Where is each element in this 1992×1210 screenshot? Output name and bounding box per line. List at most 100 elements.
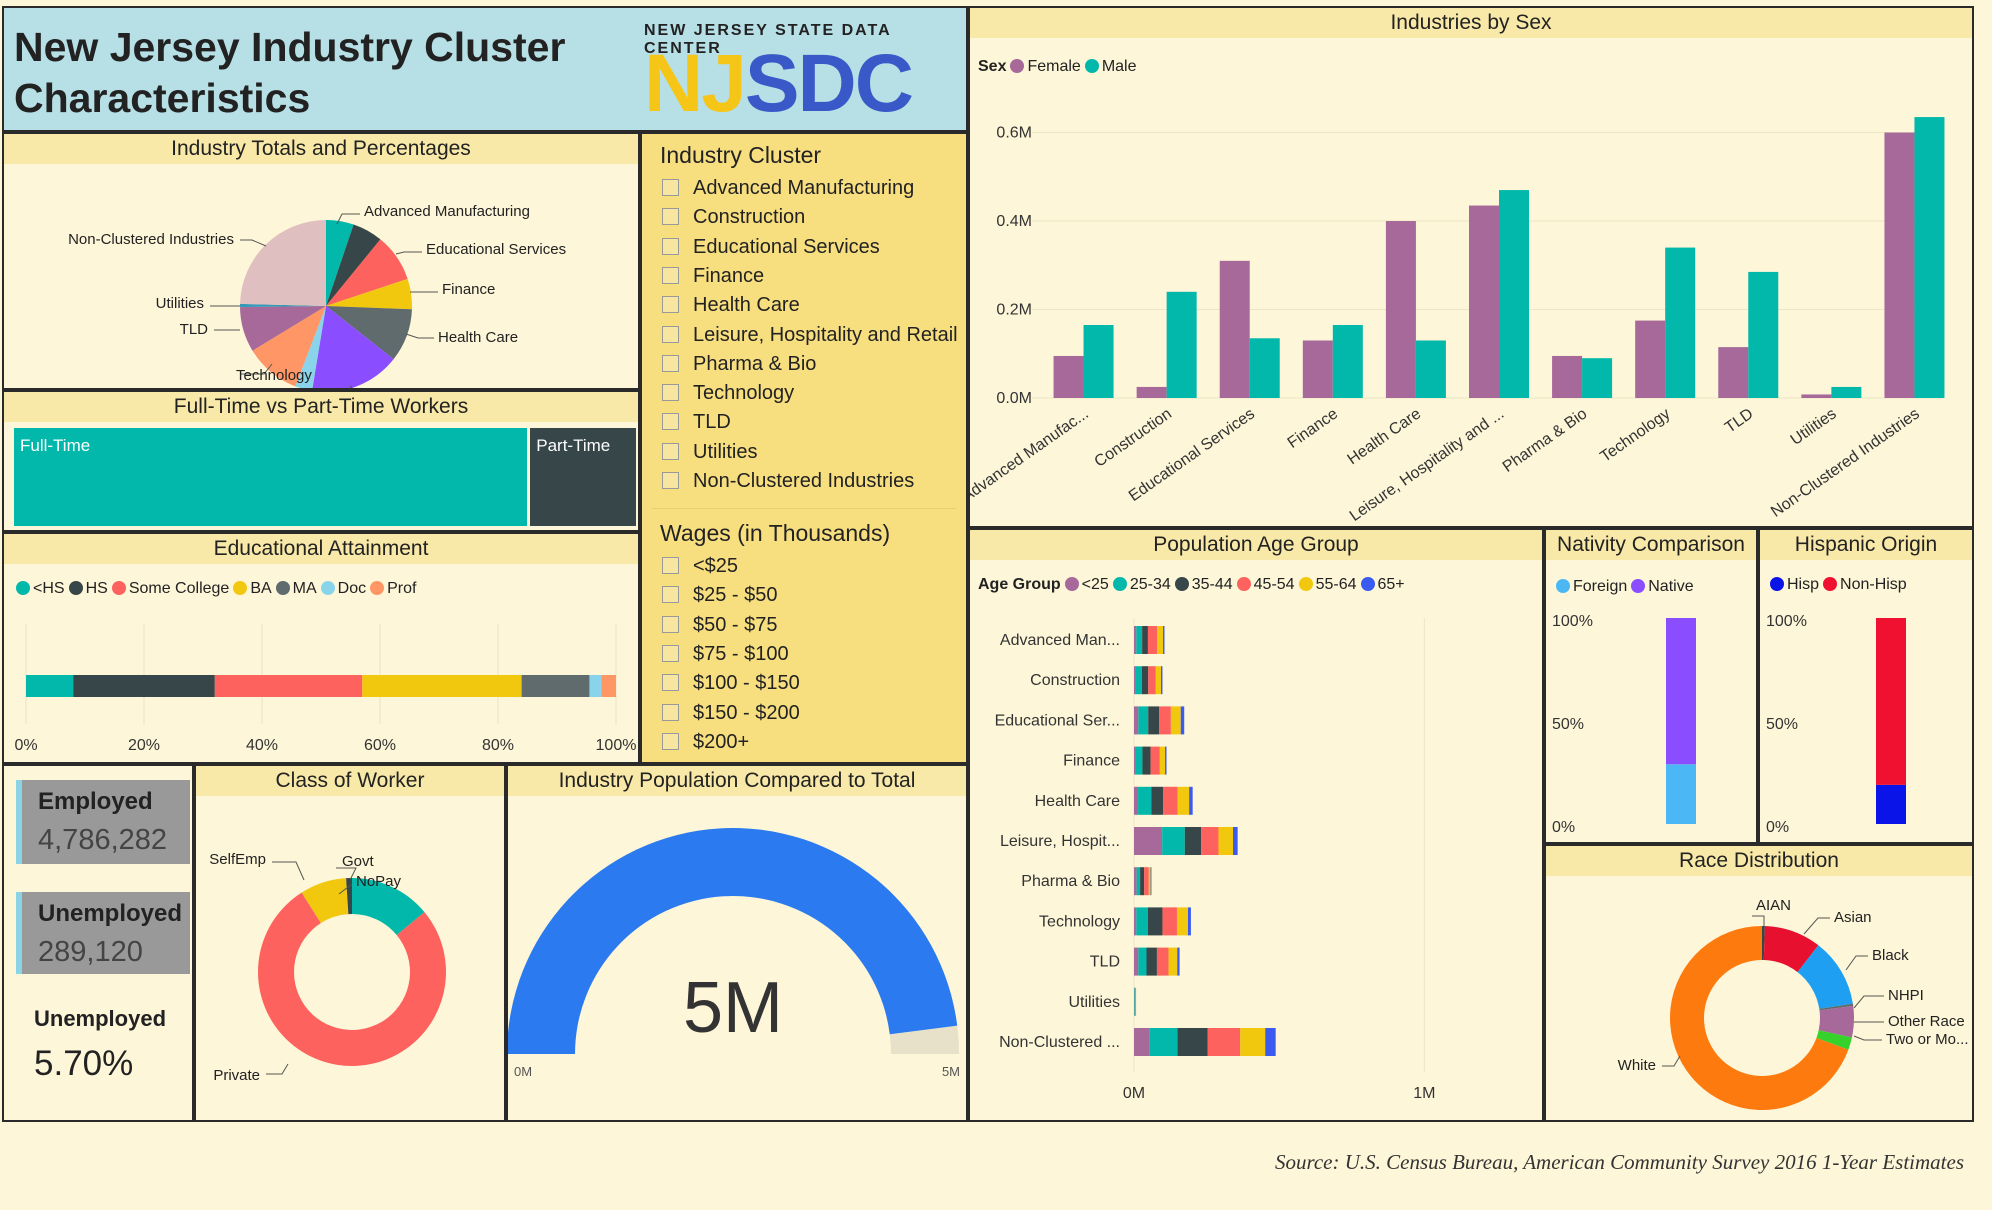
industry-population-gauge[interactable]: 5M 0M 5M [508, 796, 966, 1120]
legend-item[interactable]: Native [1627, 578, 1694, 595]
bar-male[interactable] [1831, 386, 1862, 398]
bar-segment-<25[interactable] [1134, 626, 1137, 654]
bar-segment-25-34[interactable] [1149, 1028, 1178, 1056]
legend-item[interactable]: MA [272, 580, 317, 597]
checkbox[interactable] [662, 703, 679, 721]
legend-item[interactable]: <HS [12, 580, 65, 597]
bar-segment-<25[interactable] [1134, 706, 1139, 735]
bar-male[interactable] [1332, 325, 1363, 398]
bar-segment-55-64[interactable] [1240, 1028, 1266, 1056]
bar-segment-55-64[interactable] [1218, 827, 1233, 855]
bar-segment-25-34[interactable] [1138, 786, 1152, 815]
checkbox[interactable] [662, 472, 679, 489]
hispanic-bar-chart[interactable]: 100% 50% 0% [1760, 606, 1972, 842]
nativity-legend[interactable]: Foreign Native [1552, 578, 1694, 596]
checkbox[interactable] [662, 586, 679, 604]
bar-non-hisp[interactable] [1876, 618, 1906, 785]
bar-female[interactable] [1053, 355, 1084, 398]
bar-segment-<25[interactable] [1134, 746, 1136, 775]
bar-segment-55-64[interactable] [1159, 746, 1166, 775]
checkbox[interactable] [662, 615, 679, 633]
slice-non-clustered-industries[interactable] [240, 220, 326, 306]
bar-segment-35-44[interactable] [1184, 827, 1202, 855]
bar-segment-HS[interactable] [73, 675, 215, 697]
bar-segment-45-54[interactable] [1159, 706, 1171, 735]
legend-item[interactable]: 55-64 [1295, 576, 1357, 593]
bar-segment-35-44[interactable] [1142, 746, 1151, 775]
slice-private[interactable] [258, 892, 446, 1066]
slicer-option[interactable]: Advanced Manufacturing [662, 176, 914, 200]
slicer-option[interactable]: TLD [662, 410, 731, 434]
bar-female[interactable] [1469, 205, 1499, 398]
bar-segment-65+[interactable] [1189, 786, 1193, 815]
slicer-option[interactable]: $150 - $200 [662, 701, 800, 725]
bar-segment-65+[interactable] [1165, 746, 1167, 775]
bar-male[interactable] [1415, 340, 1446, 398]
checkbox[interactable] [662, 179, 679, 196]
bar-segment-Prof[interactable] [601, 675, 616, 697]
slicer-option[interactable]: Utilities [662, 440, 757, 464]
slicer-option[interactable]: Finance [662, 264, 764, 288]
by-sex-bar-chart[interactable]: 0.0M 0.2M 0.4M 0.6M Advanced Manufac... Const… [970, 86, 1972, 526]
slicer-option[interactable]: Technology [662, 381, 794, 405]
ft-pt-treemap[interactable]: Full-Time Part-Time [14, 428, 636, 526]
legend-item[interactable]: Hisp [1766, 576, 1819, 593]
bar-segment-Some College[interactable] [214, 675, 363, 697]
bar-segment-55-64[interactable] [1176, 907, 1188, 936]
bar-segment-35-44[interactable] [1142, 626, 1148, 654]
by-sex-legend[interactable]: Sex Female Male [978, 58, 1137, 76]
bar-female[interactable] [1801, 394, 1832, 398]
legend-item[interactable]: Male [1081, 58, 1137, 75]
bar-segment-55-64[interactable] [1177, 786, 1190, 815]
checkbox[interactable] [662, 384, 679, 402]
bar-segment-<25[interactable] [1134, 907, 1137, 936]
checkbox[interactable] [662, 413, 679, 431]
legend-item[interactable]: <25 [1061, 576, 1109, 593]
legend-item[interactable]: Some College [108, 580, 229, 597]
bar-segment-55-64[interactable] [1168, 947, 1178, 976]
bar-female[interactable] [1136, 386, 1167, 398]
checkbox[interactable] [662, 557, 679, 574]
bar-segment-45-54[interactable] [1144, 867, 1149, 896]
bar-segment-45-54[interactable] [1156, 947, 1169, 976]
bar-male[interactable] [1083, 325, 1114, 398]
bar-segment-<25[interactable] [1134, 827, 1163, 855]
bar-segment-55-64[interactable] [1148, 867, 1151, 896]
bar-segment-<25[interactable] [1134, 947, 1139, 976]
legend-item[interactable]: Foreign [1552, 578, 1627, 595]
slicer-option[interactable]: Pharma & Bio [662, 352, 816, 376]
bar-segment-25-34[interactable] [1136, 907, 1148, 936]
bar-segment-MA[interactable] [521, 675, 590, 697]
legend-item[interactable]: 45-54 [1233, 576, 1295, 593]
bar-segment-45-54[interactable] [1201, 827, 1219, 855]
bar-segment-25-34[interactable] [1134, 987, 1135, 1016]
bar-segment-25-34[interactable] [1136, 867, 1141, 896]
class-worker-donut[interactable]: Govt NoPay SelfEmp Private [196, 796, 504, 1120]
bar-segment-65+[interactable] [1163, 626, 1165, 654]
slicer-option[interactable]: Educational Services [662, 235, 880, 259]
slicer-option[interactable]: $200+ [662, 730, 749, 754]
legend-item[interactable]: Doc [317, 580, 366, 597]
bar-segment-45-54[interactable] [1147, 626, 1158, 654]
legend-item[interactable]: Prof [366, 580, 416, 597]
bar-segment-35-44[interactable] [1146, 947, 1157, 976]
checkbox[interactable] [662, 674, 679, 692]
age-legend[interactable]: Age Group <25 25-34 35-44 45-54 55-64 65+ [978, 576, 1405, 594]
bar-segment-35-44[interactable] [1140, 867, 1145, 896]
bar-segment-25-34[interactable] [1162, 827, 1185, 855]
bar-segment-25-34[interactable] [1135, 666, 1142, 695]
legend-item[interactable]: 25-34 [1109, 576, 1171, 593]
checkbox[interactable] [662, 208, 679, 226]
slicer-option[interactable]: Leisure, Hospitality and Retail [662, 323, 958, 347]
bar-male[interactable] [1748, 271, 1779, 398]
bar-segment-55-64[interactable] [1155, 666, 1161, 695]
slicer-option[interactable]: $25 - $50 [662, 583, 778, 607]
bar-segment-55-64[interactable] [1157, 626, 1164, 654]
bar-segment-25-34[interactable] [1136, 626, 1143, 654]
bar-male[interactable] [1582, 358, 1613, 398]
bar-segment-45-54[interactable] [1150, 746, 1160, 775]
bar-female[interactable] [1718, 347, 1749, 398]
checkbox[interactable] [662, 442, 679, 460]
bar-segment-35-44[interactable] [1141, 666, 1149, 695]
bar-segment-65+[interactable] [1265, 1028, 1276, 1056]
